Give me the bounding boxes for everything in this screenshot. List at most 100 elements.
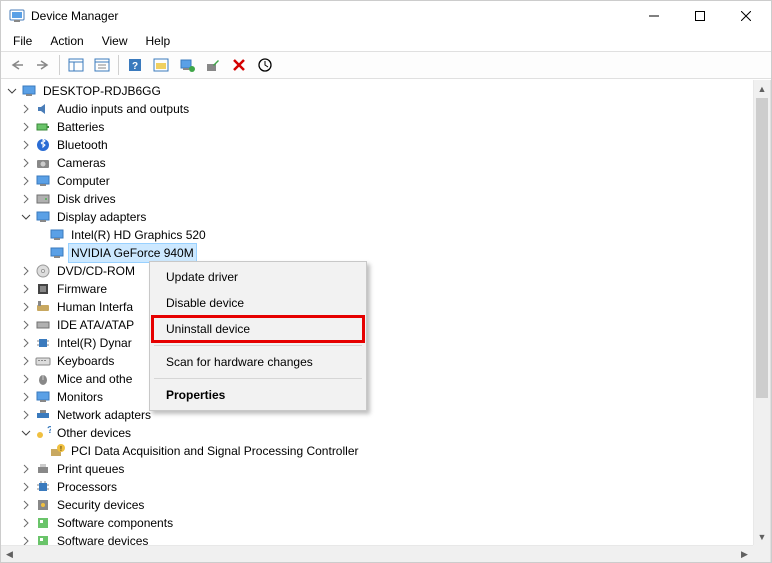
collapse-icon[interactable] [19, 498, 33, 512]
scroll-corner [753, 545, 770, 562]
toolbar: ? [1, 51, 771, 79]
help-toolbar-button[interactable]: ? [123, 54, 147, 76]
ctx-uninstall-device[interactable]: Uninstall device [152, 316, 364, 342]
tree-item-cameras[interactable]: Cameras [5, 154, 770, 172]
ctx-properties[interactable]: Properties [152, 382, 364, 408]
expand-icon[interactable] [19, 426, 33, 440]
collapse-icon[interactable] [19, 372, 33, 386]
scroll-left-arrow[interactable]: ◀ [1, 546, 18, 562]
ctx-scan-hardware[interactable]: Scan for hardware changes [152, 349, 364, 375]
collapse-icon[interactable] [19, 174, 33, 188]
tree-item-keyboards[interactable]: Keyboards [5, 352, 770, 370]
collapse-icon[interactable] [19, 318, 33, 332]
scroll-down-arrow[interactable]: ▼ [754, 528, 770, 545]
ctx-disable-device[interactable]: Disable device [152, 290, 364, 316]
tree-label: Human Interfa [55, 298, 135, 316]
tree-item-nvidia-graphics[interactable]: NVIDIA GeForce 940M [5, 244, 770, 262]
scroll-thumb[interactable] [756, 98, 768, 398]
tree-label: Monitors [55, 388, 105, 406]
tree-label: Disk drives [55, 190, 118, 208]
tree-item-other-devices[interactable]: ? Other devices [5, 424, 770, 442]
collapse-icon[interactable] [19, 120, 33, 134]
update-driver-toolbar-button[interactable] [175, 54, 199, 76]
menu-view[interactable]: View [94, 32, 136, 50]
tree-label: DVD/CD-ROM [55, 262, 137, 280]
tree-item-printq[interactable]: Print queues [5, 460, 770, 478]
collapse-icon[interactable] [19, 516, 33, 530]
expand-icon[interactable] [5, 84, 19, 98]
ctx-separator [154, 378, 362, 379]
menu-action[interactable]: Action [42, 32, 91, 50]
collapse-icon[interactable] [19, 336, 33, 350]
collapse-icon[interactable] [19, 462, 33, 476]
collapse-icon[interactable] [19, 282, 33, 296]
tree-root[interactable]: DESKTOP-RDJB6GG [5, 82, 770, 100]
scroll-right-arrow[interactable]: ▶ [736, 546, 753, 562]
maximize-button[interactable] [677, 1, 723, 31]
scan-hardware-toolbar-button[interactable] [253, 54, 277, 76]
device-tree[interactable]: DESKTOP-RDJB6GG Audio inputs and outputs… [1, 80, 770, 552]
close-button[interactable] [723, 1, 769, 31]
collapse-icon[interactable] [19, 408, 33, 422]
collapse-icon[interactable] [19, 354, 33, 368]
tree-item-intel-graphics[interactable]: Intel(R) HD Graphics 520 [5, 226, 770, 244]
tree-label: Bluetooth [55, 136, 110, 154]
collapse-icon[interactable] [19, 102, 33, 116]
tree-item-network[interactable]: Network adapters [5, 406, 770, 424]
scroll-up-arrow[interactable]: ▲ [754, 80, 770, 97]
device-tree-pane: DESKTOP-RDJB6GG Audio inputs and outputs… [1, 80, 771, 562]
minimize-button[interactable] [631, 1, 677, 31]
dvd-icon [35, 263, 51, 279]
processor-icon [35, 479, 51, 495]
collapse-icon[interactable] [19, 300, 33, 314]
tree-item-mice[interactable]: Mice and othe [5, 370, 770, 388]
tree-label: PCI Data Acquisition and Signal Processi… [69, 442, 360, 460]
vertical-scrollbar[interactable]: ▲ ▼ [753, 80, 770, 545]
tree-item-monitors[interactable]: Monitors [5, 388, 770, 406]
enable-device-toolbar-button[interactable] [201, 54, 225, 76]
tree-item-diskdrives[interactable]: Disk drives [5, 190, 770, 208]
menu-file[interactable]: File [5, 32, 40, 50]
tree-label: Print queues [55, 460, 126, 478]
uninstall-toolbar-button[interactable] [227, 54, 251, 76]
tree-item-security[interactable]: Security devices [5, 496, 770, 514]
expand-icon[interactable] [19, 210, 33, 224]
security-icon [35, 497, 51, 513]
properties-toolbar-button[interactable] [90, 54, 114, 76]
disk-icon [35, 191, 51, 207]
content-area: DESKTOP-RDJB6GG Audio inputs and outputs… [1, 80, 771, 562]
toolbar-button[interactable] [149, 54, 173, 76]
tree-item-pci[interactable]: ! PCI Data Acquisition and Signal Proces… [5, 442, 770, 460]
tree-item-audio[interactable]: Audio inputs and outputs [5, 100, 770, 118]
keyboard-icon [35, 353, 51, 369]
ctx-update-driver[interactable]: Update driver [152, 264, 364, 290]
tree-item-dvd[interactable]: DVD/CD-ROM [5, 262, 770, 280]
show-hide-tree-button[interactable] [64, 54, 88, 76]
firmware-icon [35, 281, 51, 297]
tree-label: DESKTOP-RDJB6GG [41, 82, 163, 100]
menu-help[interactable]: Help [138, 32, 179, 50]
forward-button[interactable] [31, 54, 55, 76]
ctx-separator [154, 345, 362, 346]
tree-item-processors[interactable]: Processors [5, 478, 770, 496]
horizontal-scrollbar[interactable]: ◀ ▶ [1, 545, 753, 562]
collapse-icon[interactable] [19, 156, 33, 170]
display-adapter-icon [35, 209, 51, 225]
collapse-icon[interactable] [19, 138, 33, 152]
tree-item-bluetooth[interactable]: Bluetooth [5, 136, 770, 154]
display-adapter-icon [49, 245, 65, 261]
back-button[interactable] [5, 54, 29, 76]
collapse-icon[interactable] [19, 390, 33, 404]
tree-item-hid[interactable]: Human Interfa [5, 298, 770, 316]
tree-item-swcomponents[interactable]: Software components [5, 514, 770, 532]
collapse-icon[interactable] [19, 192, 33, 206]
collapse-icon[interactable] [19, 480, 33, 494]
tree-item-ide[interactable]: IDE ATA/ATAP [5, 316, 770, 334]
tree-item-computer[interactable]: Computer [5, 172, 770, 190]
tree-item-display-adapters[interactable]: Display adapters [5, 208, 770, 226]
collapse-icon[interactable] [19, 264, 33, 278]
tree-item-firmware[interactable]: Firmware [5, 280, 770, 298]
tree-item-inteldyn[interactable]: Intel(R) Dynar [5, 334, 770, 352]
tree-label: Mice and othe [55, 370, 134, 388]
tree-item-batteries[interactable]: Batteries [5, 118, 770, 136]
